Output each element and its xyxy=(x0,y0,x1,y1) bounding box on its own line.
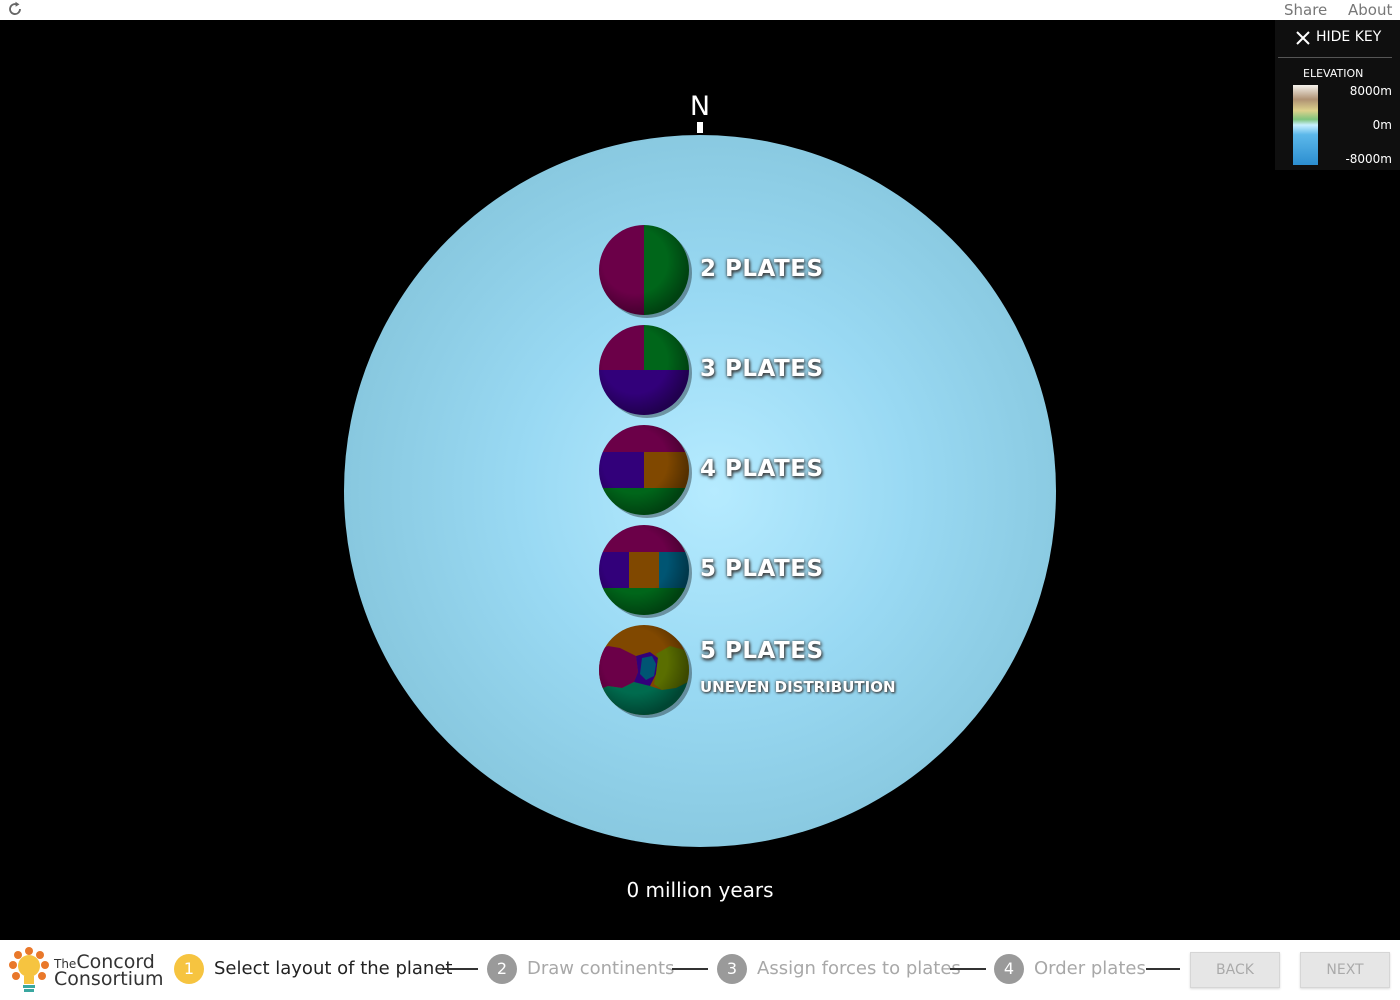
back-button[interactable]: BACK xyxy=(1190,952,1280,988)
elevation-title: ELEVATION xyxy=(1303,67,1364,80)
north-tick xyxy=(697,122,703,133)
close-icon xyxy=(1296,31,1310,45)
about-link[interactable]: About xyxy=(1348,0,1392,20)
north-indicator: N xyxy=(689,91,711,122)
plate-option-4[interactable]: 4 PLATES xyxy=(598,424,1018,520)
step-1-label: Select layout of the planet xyxy=(214,958,453,979)
step-connector xyxy=(1146,968,1180,970)
hide-key-label: HIDE KEY xyxy=(1316,29,1382,45)
plate-layout-4-icon xyxy=(599,425,692,518)
time-readout: 0 million years xyxy=(626,878,774,902)
elevation-min-label: -8000m xyxy=(1345,152,1392,166)
step-3-label: Assign forces to plates xyxy=(757,958,961,979)
plate-option-label: 4 PLATES xyxy=(700,456,824,482)
elevation-mid-label: 0m xyxy=(1372,118,1392,132)
step-3-number: 3 xyxy=(717,954,747,984)
plate-option-label: 5 PLATES xyxy=(700,556,824,582)
concord-logo-icon xyxy=(9,947,49,992)
plate-option-sublabel: UNEVEN DISTRIBUTION xyxy=(700,678,896,696)
logo-text-line2: Consortium xyxy=(54,968,164,990)
key-divider xyxy=(1278,57,1392,58)
plate-layout-2-icon xyxy=(599,225,692,318)
plate-option-2[interactable]: 2 PLATES xyxy=(598,224,1018,320)
reload-icon[interactable] xyxy=(7,1,23,17)
top-bar: Share About xyxy=(0,0,1400,20)
step-2-number: 2 xyxy=(487,954,517,984)
step-connector xyxy=(950,968,986,970)
elevation-max-label: 8000m xyxy=(1349,84,1392,98)
step-4-number: 4 xyxy=(994,954,1024,984)
step-1-number: 1 xyxy=(174,954,204,984)
plate-option-label: 2 PLATES xyxy=(700,256,824,282)
step-2-label: Draw continents xyxy=(527,958,675,979)
plate-option-3[interactable]: 3 PLATES xyxy=(598,324,1018,420)
plate-layout-5-icon xyxy=(599,525,692,618)
plate-option-label: 5 PLATES xyxy=(700,638,824,664)
plate-option-5-uneven[interactable]: 5 PLATES UNEVEN DISTRIBUTION xyxy=(598,624,1018,720)
share-link[interactable]: Share xyxy=(1284,0,1327,20)
plate-option-label: 3 PLATES xyxy=(700,356,824,382)
next-button[interactable]: NEXT xyxy=(1300,952,1390,988)
elevation-color-scale xyxy=(1293,85,1318,165)
plate-layout-3-icon xyxy=(599,325,692,418)
hide-key-button[interactable]: HIDE KEY xyxy=(1295,26,1395,50)
plate-option-5[interactable]: 5 PLATES xyxy=(598,524,1018,620)
step-4-label: Order plates xyxy=(1034,958,1146,979)
step-connector xyxy=(442,968,478,970)
step-connector xyxy=(672,968,708,970)
plate-layout-5-uneven-icon xyxy=(599,625,692,718)
